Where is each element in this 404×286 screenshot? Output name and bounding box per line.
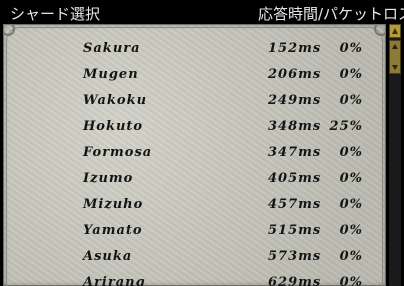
shard-packet-loss: 0%	[339, 171, 363, 186]
shard-select-header: シャード選択	[10, 5, 101, 23]
shard-packet-loss: 0%	[339, 93, 363, 108]
shard-packet-loss: 0%	[339, 67, 363, 82]
shard-name: Yamato	[83, 223, 143, 238]
shard-packet-loss: 0%	[339, 249, 363, 264]
shard-row[interactable]: Hokuto 348ms 25%	[3, 114, 386, 140]
scroll-up-icon[interactable]	[389, 24, 401, 38]
shard-name: Asuka	[83, 249, 133, 264]
shard-row[interactable]: Mugen 206ms 0%	[3, 62, 386, 88]
shard-name: Sakura	[83, 41, 141, 56]
shard-list-panel: Sakura 152ms 0% Mugen 206ms 0% Wakoku 24…	[3, 24, 386, 286]
shard-row[interactable]: Mizuho 457ms 0%	[3, 192, 386, 218]
shard-name: Izumo	[83, 171, 134, 186]
shard-packet-loss: 25%	[329, 119, 363, 134]
shard-ping: 573ms	[268, 249, 322, 264]
shard-ping: 629ms	[268, 275, 322, 286]
shard-ping: 152ms	[268, 41, 322, 56]
shard-packet-loss: 0%	[339, 197, 363, 212]
shard-ping: 405ms	[268, 171, 322, 186]
latency-packetloss-header: 応答時間/パケットロス	[258, 5, 404, 23]
shard-ping: 249ms	[268, 93, 322, 108]
shard-ping: 347ms	[268, 145, 322, 160]
shard-row[interactable]: Arirang 629ms 0%	[3, 270, 386, 286]
shard-row[interactable]: Yamato 515ms 0%	[3, 218, 386, 244]
shard-name: Arirang	[83, 275, 146, 286]
shard-ping: 457ms	[268, 197, 322, 212]
shard-ping: 206ms	[268, 67, 322, 82]
shard-packet-loss: 0%	[339, 41, 363, 56]
shard-name: Formosa	[83, 145, 153, 160]
shard-list: Sakura 152ms 0% Mugen 206ms 0% Wakoku 24…	[3, 36, 386, 286]
scroll-thumb[interactable]	[389, 40, 401, 74]
shard-packet-loss: 0%	[339, 275, 363, 286]
shard-name: Hokuto	[83, 119, 144, 134]
shard-name: Wakoku	[83, 93, 148, 108]
shard-name: Mugen	[83, 67, 139, 82]
shard-ping: 348ms	[268, 119, 322, 134]
corner-ornament-icon	[3, 24, 15, 36]
shard-row[interactable]: Formosa 347ms 0%	[3, 140, 386, 166]
shard-ping: 515ms	[268, 223, 322, 238]
scrollbar[interactable]	[389, 24, 401, 286]
shard-packet-loss: 0%	[339, 223, 363, 238]
shard-row[interactable]: Asuka 573ms 0%	[3, 244, 386, 270]
shard-row[interactable]: Wakoku 249ms 0%	[3, 88, 386, 114]
shard-packet-loss: 0%	[339, 145, 363, 160]
shard-row[interactable]: Izumo 405ms 0%	[3, 166, 386, 192]
shard-name: Mizuho	[83, 197, 144, 212]
shard-row[interactable]: Sakura 152ms 0%	[3, 36, 386, 62]
corner-ornament-icon	[374, 24, 386, 36]
